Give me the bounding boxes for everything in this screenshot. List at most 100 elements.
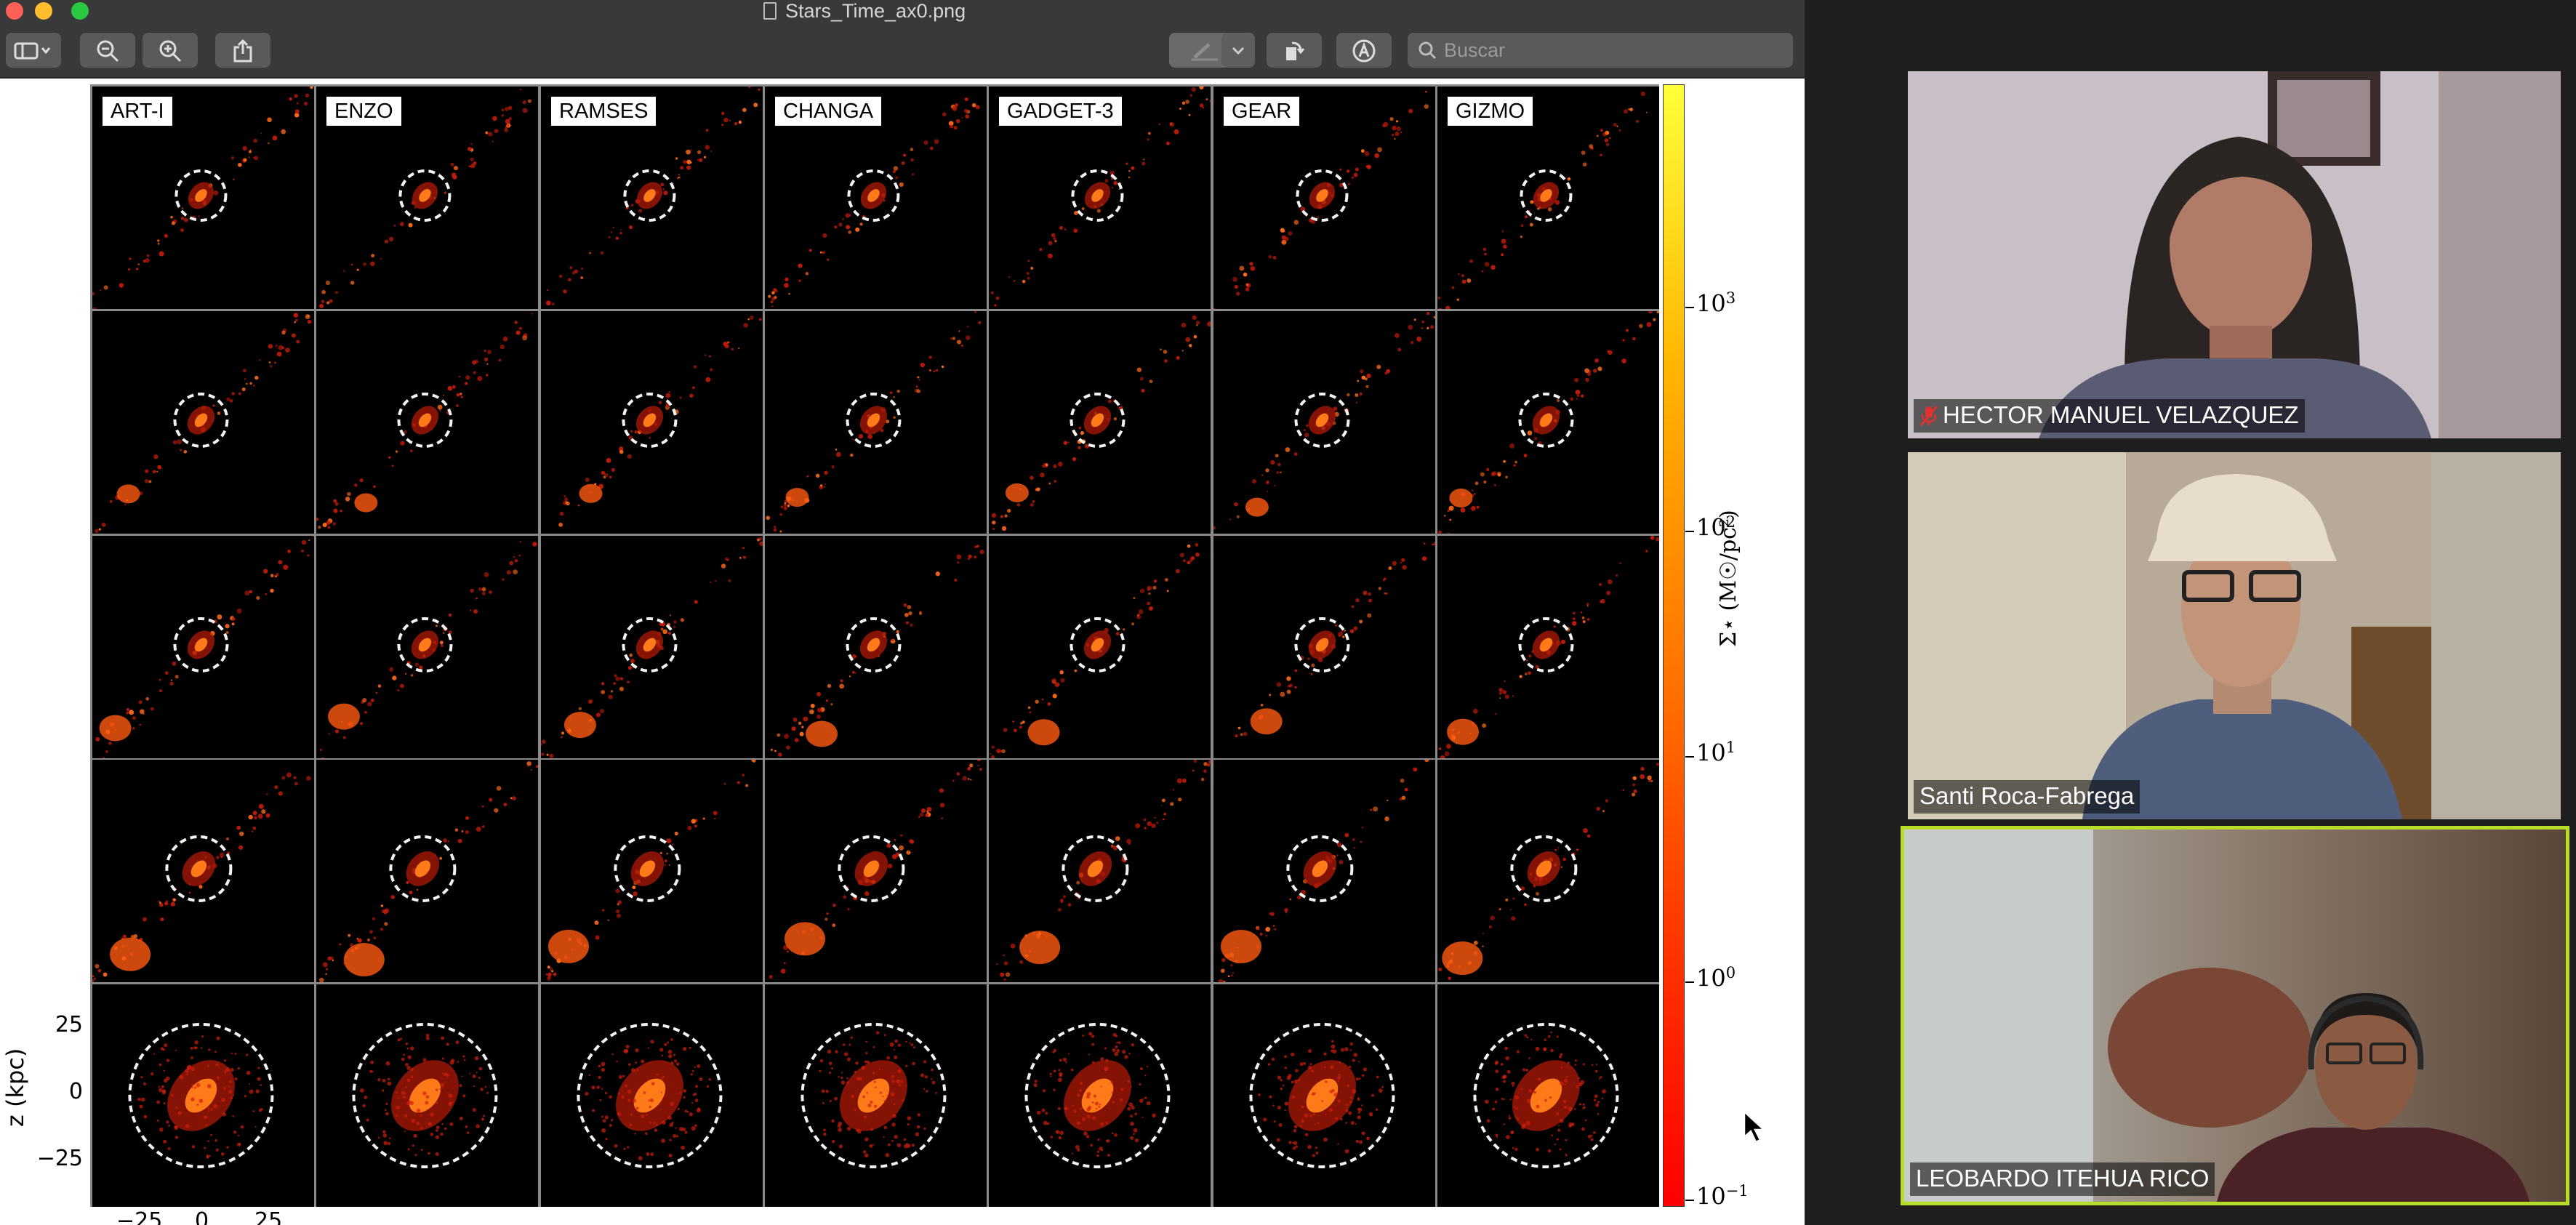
stellar-density-map [1024,1023,1171,1168]
colorbar-tick-label: 100 [1696,964,1736,992]
stellar-density-map [1213,312,1435,530]
video-tile-hector[interactable]: HECTOR MANUEL VELAZQUEZ [1908,71,2561,438]
colorbar [1663,84,1685,1207]
stellar-density-map [541,537,763,758]
pen-icon [1192,43,1218,61]
simulation-panel [989,760,1211,982]
colorbar-tick [1685,531,1694,532]
stellar-density-map [128,1023,274,1168]
stellar-density-map [558,316,762,527]
document-icon [763,2,777,20]
window-title: Stars_Time_ax0.png [763,0,966,22]
code-label: GEAR [1224,97,1300,126]
stellar-density-map [95,313,312,534]
markup-dropdown[interactable] [1221,33,1255,68]
simulation-panel: GEAR [1213,87,1435,309]
preview-window: Stars_Time_ax0.png ART-I [0,0,1805,1225]
stellar-density-map [770,545,984,757]
colorbar-tick-label: 103 [1696,289,1736,318]
minimize-window-button[interactable] [35,2,52,20]
close-window-button[interactable] [6,2,23,20]
simulation-panel: CHANGA [765,87,987,309]
code-label: ART-I [103,97,172,126]
code-label: GADGET-3 [999,97,1122,126]
colorbar-tick-label: 10−1 [1696,1182,1749,1210]
simulation-panel [316,760,538,982]
markup-icon [1352,39,1376,63]
participant-name-tag: LEOBARDO ITEHUA RICO [1910,1162,2215,1196]
participant-video [1908,452,2561,819]
simulation-panel [1437,311,1659,534]
zoom-window-button[interactable] [71,2,89,20]
stellar-density-map [545,760,756,981]
simulation-panel: GADGET-3 [989,87,1211,309]
y-tick-label: 0 [68,1079,83,1104]
simulation-panel [1213,536,1435,758]
simulation-panel [765,984,987,1207]
y-tick-label: −25 [36,1146,83,1171]
simulation-panel [1213,760,1435,982]
stellar-density-map [95,536,314,758]
stellar-density-map [996,760,1211,981]
simulation-panel: GIZMO [1437,87,1659,309]
stellar-density-map [1473,1023,1619,1168]
stellar-density-map [1438,536,1659,758]
y-tick-label: 25 [55,1012,83,1037]
stellar-density-map [352,1023,498,1168]
title-bar: Stars_Time_ax0.png [0,0,1805,79]
chevron-down-icon [1232,47,1245,55]
simulation-panel [541,536,763,758]
rotate-button[interactable] [1267,33,1322,68]
simulation-panel [316,984,538,1207]
stellar-density-map [92,772,311,982]
simulation-panel [989,984,1211,1207]
simulation-panel [541,984,763,1207]
figure-image: ART-I ENZO RAMSES CHANGA GADGET-3 GEAR GIZMO Σ… [0,80,1805,1225]
simulation-panel [92,311,314,534]
stellar-density-map [990,536,1211,758]
video-tile-leobardo[interactable]: LEOBARDO ITEHUA RICO [1901,826,2569,1205]
colorbar-tick [1685,1200,1694,1201]
search-icon [1419,41,1437,60]
simulation-panel [316,311,538,534]
simulation-panel [1437,536,1659,758]
simulation-panel: ENZO [316,87,538,309]
video-tile-santi[interactable]: Santi Roca-Fabrega [1908,452,2561,819]
colorbar-tick [1685,756,1694,758]
simulation-panel [92,760,314,982]
stellar-density-map [1438,311,1659,534]
participant-video [1908,71,2561,438]
mouse-cursor-icon [1743,1109,1767,1144]
code-label: CHANGA [775,97,882,126]
simulation-panel [1213,311,1435,534]
simulation-panel [92,536,314,758]
sidebar-icon [14,42,51,60]
x-tick-label: 25 [254,1208,283,1225]
simulation-panel [316,536,538,758]
share-button[interactable] [215,33,270,68]
zoom-in-button[interactable] [143,33,198,68]
sidebar-toggle-button[interactable] [6,33,61,68]
stellar-density-map [1218,760,1429,982]
stellar-density-map [1235,542,1435,738]
stellar-density-map [319,541,537,758]
colorbar-tick [1685,981,1694,983]
simulation-panel [989,536,1211,758]
stellar-density-map [316,313,533,529]
zoom-out-icon [97,40,119,63]
search-field[interactable] [1408,33,1793,68]
participant-name-tag: HECTOR MANUEL VELAZQUEZ [1914,399,2305,433]
zoom-out-button[interactable] [80,33,135,68]
share-icon [233,39,252,63]
colorbar-tick [1685,307,1694,308]
simulation-panel [92,984,314,1207]
x-tick-label: 0 [195,1208,209,1225]
code-label: ENZO [326,97,401,126]
simulation-panel [989,311,1211,534]
panel-grid: ART-I ENZO RAMSES CHANGA GADGET-3 GEAR GIZMO [90,84,1659,1207]
search-input[interactable] [1444,33,1786,68]
simulation-panel: RAMSES [541,87,763,309]
annotate-button[interactable] [1336,33,1392,68]
zoom-in-icon [159,40,182,63]
stellar-density-map [318,761,538,982]
